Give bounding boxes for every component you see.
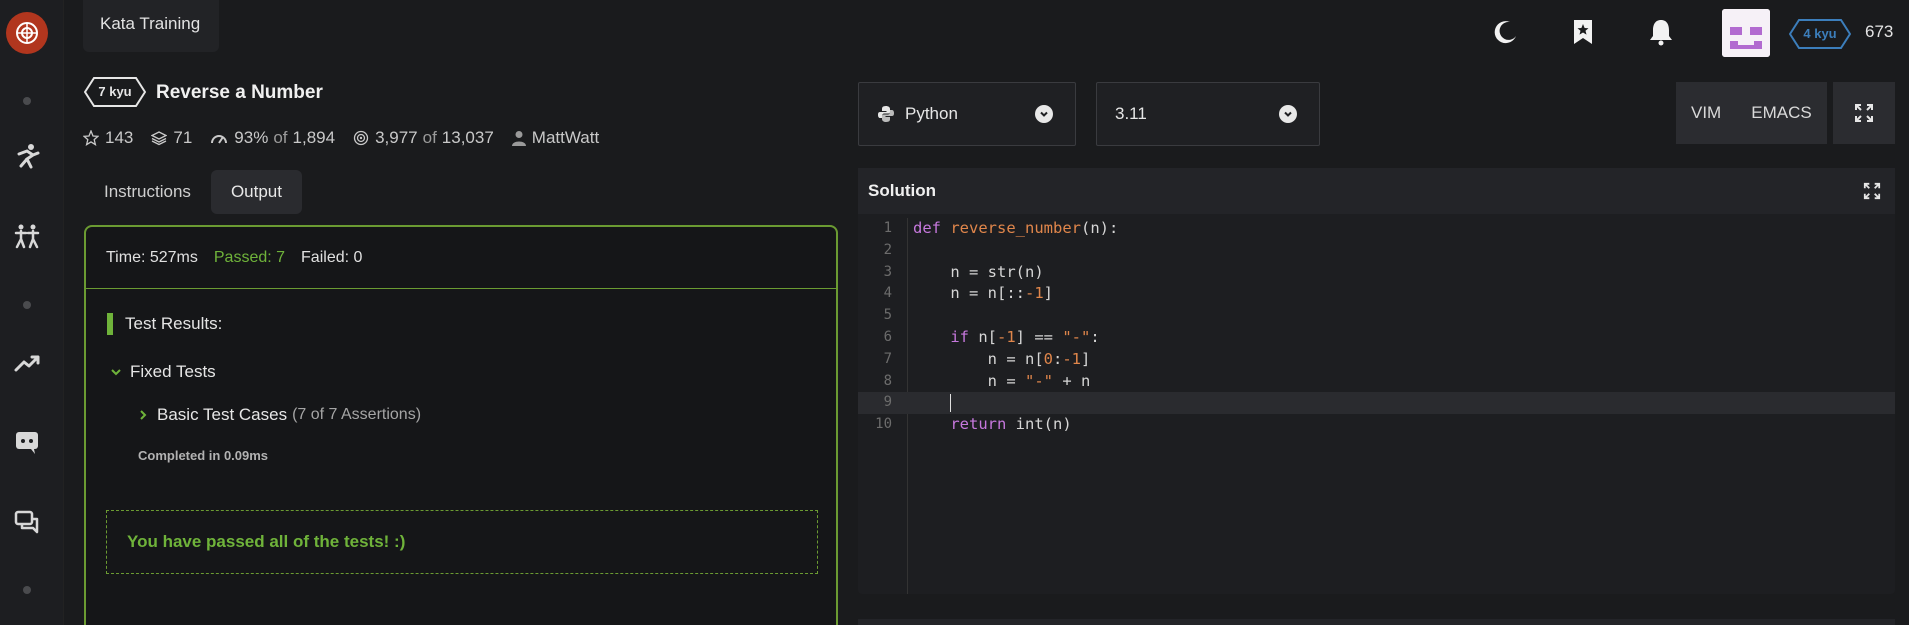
sidebar-divider-dot bbox=[23, 586, 31, 594]
kata-training-tab[interactable]: Kata Training bbox=[83, 0, 219, 52]
tab-instructions[interactable]: Instructions bbox=[84, 170, 211, 214]
author-name: MattWatt bbox=[531, 128, 600, 147]
code-line: 1 def reverse_number(n): bbox=[883, 219, 1119, 237]
version-value: 3.11 bbox=[1115, 104, 1147, 123]
code-line: 4 n = n[::-1] bbox=[883, 284, 1053, 303]
stars-stat[interactable]: 143 bbox=[83, 128, 133, 148]
language-value: Python bbox=[905, 104, 958, 123]
layers-icon bbox=[151, 130, 168, 146]
collections-count: 71 bbox=[173, 128, 193, 147]
assertions-count: (7 of 7 Assertions) bbox=[292, 406, 422, 423]
output-panel: Time: 527ms Passed: 7 Failed: 0 Test Res… bbox=[84, 225, 838, 625]
emacs-mode-button[interactable]: EMACS bbox=[1736, 103, 1826, 123]
basic-test-cases-label: Basic Test Cases bbox=[157, 405, 288, 424]
expand-icon bbox=[1854, 103, 1874, 123]
collections-stat[interactable]: 71 bbox=[151, 128, 192, 148]
satisfaction-pct: 93% bbox=[234, 128, 269, 147]
star-icon bbox=[83, 130, 99, 146]
code-editor[interactable]: Solution 1 def reverse_number(n): 2 3 n =… bbox=[858, 168, 1895, 594]
training-icon[interactable] bbox=[11, 140, 43, 172]
kyu-label: 7 kyu bbox=[98, 84, 132, 99]
code-line: 10 return int(n) bbox=[875, 415, 1072, 434]
vim-mode-button[interactable]: VIM bbox=[1676, 103, 1736, 123]
output-summary: Time: 527ms Passed: 7 Failed: 0 bbox=[86, 227, 836, 289]
attempted-count: 13,037 bbox=[441, 128, 494, 147]
passed-label: Passed: 7 bbox=[213, 248, 286, 266]
discord-icon[interactable] bbox=[11, 426, 43, 458]
python-icon bbox=[877, 105, 895, 123]
version-select[interactable]: 3.11 bbox=[1096, 82, 1320, 146]
chevron-down-icon bbox=[110, 366, 122, 378]
honor-count: 673 bbox=[1865, 22, 1894, 41]
language-select[interactable]: Python bbox=[858, 82, 1076, 146]
code-line-current: 9 bbox=[858, 392, 1895, 415]
failed-label: Failed: 0 bbox=[301, 248, 363, 266]
chevron-right-icon bbox=[137, 409, 149, 421]
user-icon bbox=[511, 130, 526, 146]
code-line: 6 if n[-1] == "-": bbox=[883, 327, 1100, 346]
tab-output[interactable]: Output bbox=[210, 170, 302, 214]
kata-title: Reverse a Number bbox=[156, 82, 323, 103]
practice-icon[interactable] bbox=[11, 220, 43, 252]
completed-count: 3,977 bbox=[375, 128, 418, 147]
basic-test-cases[interactable]: Basic Test Cases (7 of 7 Assertions) bbox=[137, 405, 421, 425]
completions-stat: 3,977 of 13,037 bbox=[353, 128, 494, 148]
gauge-icon bbox=[210, 131, 228, 145]
code-line: 3 n = str(n) bbox=[883, 262, 1044, 281]
test-results-heading: Test Results: bbox=[107, 313, 222, 335]
satisfaction-total: 1,894 bbox=[292, 128, 336, 147]
fixed-tests-group[interactable]: Fixed Tests bbox=[110, 362, 216, 382]
code-line: 7 n = n[0:-1] bbox=[883, 349, 1091, 368]
code-line: 8 n = "-" + n bbox=[883, 371, 1091, 390]
pass-message: You have passed all of the tests! :) bbox=[106, 510, 818, 574]
text-cursor bbox=[950, 393, 952, 412]
sidebar-divider-dot bbox=[23, 97, 31, 105]
left-sidebar bbox=[0, 0, 64, 625]
fixed-tests-label: Fixed Tests bbox=[130, 362, 216, 381]
code-area[interactable]: 1 def reverse_number(n): 2 3 n = str(n) 4… bbox=[858, 218, 1895, 594]
rank-badge[interactable]: 4 kyu bbox=[1788, 19, 1852, 49]
author-stat[interactable]: MattWatt bbox=[511, 128, 600, 148]
bell-icon[interactable] bbox=[1643, 14, 1679, 50]
rank-label: 4 kyu bbox=[1803, 26, 1837, 41]
moon-icon[interactable] bbox=[1488, 14, 1524, 50]
avatar[interactable] bbox=[1722, 9, 1770, 57]
time-label: Time: 527ms bbox=[106, 248, 198, 266]
stars-count: 143 bbox=[105, 128, 134, 147]
chevron-down-icon bbox=[1035, 105, 1053, 123]
kata-stats: 143 71 93% of 1,894 3,977 of 13,037 Matt… bbox=[83, 128, 617, 148]
chat-icon[interactable] bbox=[11, 506, 43, 538]
leaderboard-icon[interactable] bbox=[11, 347, 43, 379]
editor-header: Solution bbox=[858, 168, 1895, 214]
completed-time: Completed in 0.09ms bbox=[138, 448, 269, 463]
chevron-down-icon bbox=[1279, 105, 1297, 123]
editor-bottom-bar bbox=[858, 619, 1895, 625]
codewars-logo-icon[interactable] bbox=[6, 12, 48, 54]
satisfaction-stat: 93% of 1,894 bbox=[210, 128, 335, 148]
editor-mode-toggle: VIM EMACS bbox=[1676, 82, 1827, 144]
expand-icon[interactable] bbox=[1863, 182, 1881, 205]
kata-tabs: Instructions Output bbox=[84, 170, 302, 214]
code-line: 2 bbox=[883, 241, 892, 258]
bookmark-icon[interactable] bbox=[1565, 14, 1601, 50]
fullscreen-button[interactable] bbox=[1833, 82, 1895, 144]
satisfaction-of: of bbox=[273, 128, 288, 147]
solution-title: Solution bbox=[868, 181, 936, 200]
target-icon bbox=[353, 130, 369, 146]
completed-of: of bbox=[422, 128, 437, 147]
code-line: 5 bbox=[883, 307, 892, 324]
kyu-badge: 7 kyu bbox=[83, 77, 147, 107]
sidebar-divider-dot bbox=[23, 301, 31, 309]
